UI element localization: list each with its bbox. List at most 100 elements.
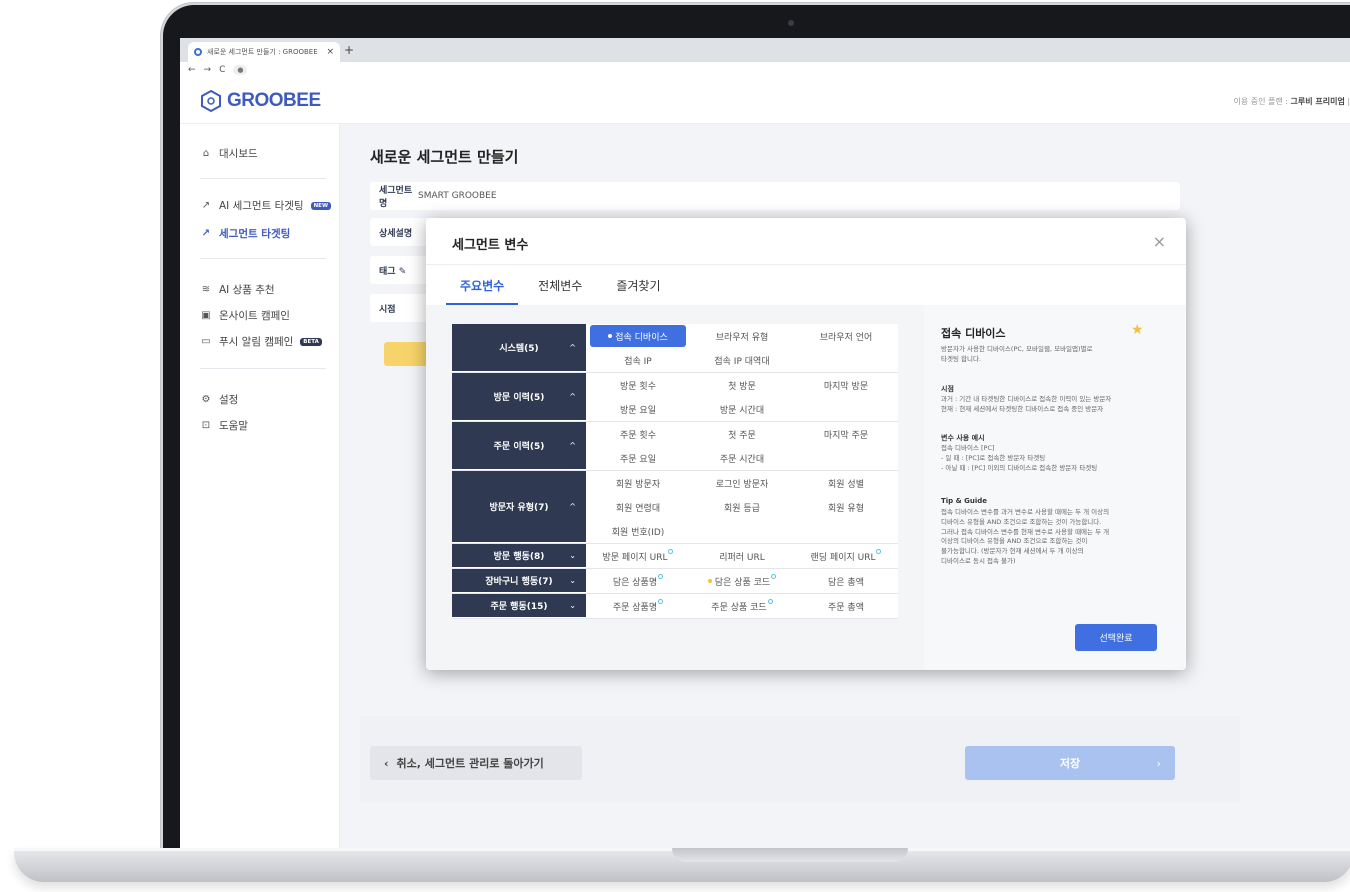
variable-option[interactable]: 첫 방문 — [690, 373, 794, 397]
back-arrow-icon[interactable]: ← — [188, 65, 196, 75]
variable-option[interactable]: 주문 시간대 — [690, 446, 794, 470]
variable-option[interactable]: 담은 상품 코드 — [690, 569, 794, 593]
variable-option[interactable]: 첫 주문 — [690, 422, 794, 446]
browser-tab[interactable]: 새로운 세그먼트 만들기 : GROOBEE × — [188, 42, 340, 62]
recommend-icon: ≋ — [201, 283, 211, 295]
variable-group-header[interactable]: 시스템(5) ^ — [452, 324, 586, 372]
forward-arrow-icon[interactable]: → — [204, 65, 212, 75]
new-tab-button[interactable]: + — [344, 43, 354, 57]
variable-group: 주문 행동(15) ⌄ 주문 상품명 주문 상품 코드 주문 총액 — [452, 594, 898, 619]
variable-option[interactable]: 회원 유형 — [794, 495, 898, 519]
variable-option[interactable]: 담은 상품명 — [586, 569, 690, 593]
sidebar: ⌂ 대시보드 ↗ AI 세그먼트 타겟팅 NEW ↗ 세그먼트 타겟팅 ≋ AI… — [180, 124, 340, 848]
back-to-segments-button[interactable]: ‹ 취소, 세그먼트 관리로 돌아가기 — [370, 746, 582, 780]
variable-group-header[interactable]: 주문 행동(15) ⌄ — [452, 594, 586, 618]
sidebar-item-dashboard[interactable]: ⌂ 대시보드 — [200, 146, 258, 161]
home-icon: ⌂ — [202, 147, 210, 159]
variable-group-header[interactable]: 방문자 유형(7) ^ — [452, 471, 586, 543]
info-marker-icon — [658, 598, 664, 604]
camera-dot — [788, 20, 794, 26]
new-badge: NEW — [310, 201, 332, 210]
variable-option[interactable]: 방문 시간대 — [690, 397, 794, 421]
variable-group: 방문 행동(8) ⌄ 방문 페이지 URL 리퍼러 URL 랜딩 페이지 URL — [452, 544, 898, 569]
sidebar-divider — [200, 178, 326, 179]
variable-group-header[interactable]: 주문 이력(5) ^ — [452, 422, 586, 470]
variable-option[interactable]: 주문 총액 — [794, 594, 898, 618]
variable-option[interactable]: 주문 상품명 — [586, 594, 690, 618]
variable-option[interactable]: 회원 방문자 — [586, 471, 690, 495]
browser-tab-bar: 새로운 세그먼트 만들기 : GROOBEE × + — [180, 38, 1350, 62]
segment-name-value[interactable]: SMART GROOBEE — [418, 191, 497, 201]
variable-info-panel: 접속 디바이스 ★ 방문자가 사용한 디바이스(PC, 모바일웹, 모바일앱)별… — [924, 305, 1186, 670]
lock-icon: ● — [233, 65, 248, 75]
variable-group-header[interactable]: 방문 행동(8) ⌄ — [452, 544, 586, 568]
sidebar-item-segment-targeting[interactable]: ↗ 세그먼트 타겟팅 — [200, 226, 290, 241]
variable-option[interactable]: 마지막 주문 — [794, 422, 898, 446]
close-icon[interactable]: × — [1153, 232, 1166, 251]
variable-option[interactable]: 접속 디바이스 — [590, 325, 686, 347]
sidebar-item-ai-segment-targeting[interactable]: ↗ AI 세그먼트 타겟팅 NEW — [200, 198, 332, 213]
variable-option[interactable]: 회원 번호(ID) — [586, 519, 690, 543]
variable-option[interactable]: 접속 IP — [586, 348, 690, 372]
variable-option[interactable]: 브라우저 유형 — [690, 324, 794, 348]
variable-option[interactable]: 리퍼러 URL — [690, 544, 794, 568]
tab-favorites[interactable]: 즐겨찾기 — [602, 265, 674, 305]
info-heading-tip: Tip & Guide — [941, 497, 988, 505]
reload-icon[interactable]: C — [219, 65, 225, 75]
variable-option[interactable]: 브라우저 언어 — [794, 324, 898, 348]
sidebar-item-push-campaign[interactable]: ▭ 푸시 알림 캠페인 BETA — [200, 334, 322, 349]
sidebar-item-help[interactable]: ⊡ 도움말 — [200, 418, 248, 433]
chevron-icon: ⌄ — [569, 551, 576, 560]
sidebar-divider — [200, 258, 326, 259]
variable-option[interactable]: 접속 IP 대역대 — [690, 348, 794, 372]
variable-option[interactable]: 주문 요일 — [586, 446, 690, 470]
variable-option[interactable]: 방문 횟수 — [586, 373, 690, 397]
selected-dot-icon — [608, 334, 613, 338]
variable-option[interactable]: 담은 총액 — [794, 569, 898, 593]
variable-table: 시스템(5) ^ 접속 디바이스 브라우저 유형 브라우저 언어접속 IP 접속 IP 대… — [452, 324, 898, 619]
variable-option[interactable]: 방문 페이지 URL — [586, 544, 690, 568]
variable-group-header[interactable]: 방문 이력(5) ^ — [452, 373, 586, 421]
gear-icon: ⚙ — [201, 393, 211, 405]
address-bar: ← → C ● — [180, 62, 1350, 78]
chevron-icon: ^ — [569, 441, 576, 450]
variable-group: 주문 이력(5) ^ 주문 횟수 첫 주문 마지막 주문주문 요일 주문 시간대 — [452, 422, 898, 471]
chevron-left-icon: ‹ — [384, 756, 389, 770]
info-marker-icon — [771, 573, 777, 579]
favorite-dot-icon — [707, 579, 712, 583]
beta-badge: BETA — [300, 337, 322, 346]
variable-option[interactable]: 주문 상품 코드 — [690, 594, 794, 618]
plan-status: 이용 중인 플랜 : 그루비 프리미엄 | 남 — [1233, 97, 1350, 106]
variable-option[interactable]: 로그인 방문자 — [690, 471, 794, 495]
variable-group: 방문자 유형(7) ^ 회원 방문자 로그인 방문자 회원 성별회원 연령대 회원 등급 회… — [452, 471, 898, 544]
segment-variable-modal: 세그먼트 변수 × 주요변수 전체변수 즐겨찾기 시스템(5) ^ 접속 디바이스 브… — [426, 218, 1186, 670]
confirm-selection-button[interactable]: 선택완료 — [1075, 624, 1157, 651]
onsite-icon: ▣ — [201, 309, 211, 321]
tab-main-variables[interactable]: 주요변수 — [446, 265, 519, 305]
chevron-icon: ^ — [569, 392, 576, 401]
star-icon[interactable]: ★ — [1131, 322, 1144, 338]
info-heading-example: 변수 사용 예시 — [941, 434, 985, 442]
variable-option[interactable]: 주문 횟수 — [586, 422, 690, 446]
tab-close-icon[interactable]: × — [326, 47, 334, 57]
modal-tabs: 주요변수 전체변수 즐겨찾기 — [446, 265, 681, 305]
variable-option[interactable]: 랜딩 페이지 URL — [794, 544, 898, 568]
screen: 새로운 세그먼트 만들기 : GROOBEE × + ← → C ● GROOB… — [180, 38, 1350, 848]
logo-text: GROOBEE — [227, 90, 321, 111]
info-example: 접속 디바이스 [PC] - 일 때 : [PC]로 접속한 방문자 타겟팅 -… — [941, 444, 1098, 472]
chevron-icon: ⌄ — [569, 576, 576, 585]
variable-option[interactable]: 회원 연령대 — [586, 495, 690, 519]
variable-option[interactable]: 회원 성별 — [794, 471, 898, 495]
sidebar-item-settings[interactable]: ⚙ 설정 — [200, 392, 239, 407]
chevron-right-icon: › — [1156, 756, 1161, 770]
form-row-name[interactable]: 세그먼트명 SMART GROOBEE — [370, 182, 1180, 210]
variable-option[interactable]: 방문 요일 — [586, 397, 690, 421]
sidebar-item-onsite-campaign[interactable]: ▣ 온사이트 캠페인 — [200, 308, 290, 323]
groobee-logo[interactable]: GROOBEE — [200, 90, 321, 112]
variable-group-header[interactable]: 장바구니 행동(7) ⌄ — [452, 569, 586, 593]
save-button[interactable]: 저장 › — [965, 746, 1175, 780]
variable-option[interactable]: 회원 등급 — [690, 495, 794, 519]
sidebar-item-ai-recommend[interactable]: ≋ AI 상품 추천 — [200, 282, 275, 297]
tab-all-variables[interactable]: 전체변수 — [524, 265, 596, 305]
variable-option[interactable]: 마지막 방문 — [794, 373, 898, 397]
